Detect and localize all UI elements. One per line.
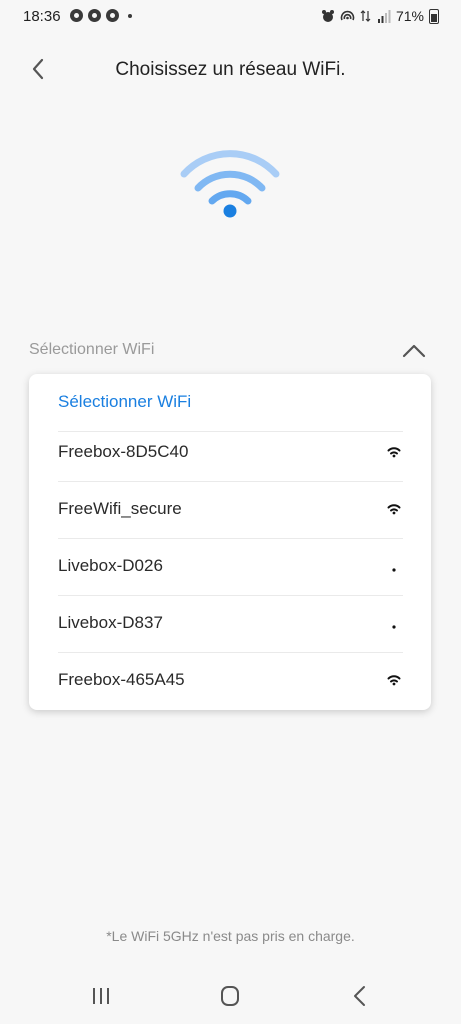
status-right: 71%: [321, 8, 439, 24]
dropdown-item-freebox-465a45[interactable]: Freebox-465A45: [58, 652, 403, 709]
dropdown-item-livebox-d026[interactable]: Livebox-D026: [58, 538, 403, 596]
dropdown-item-label: Livebox-D026: [58, 556, 163, 575]
dropdown-item-label: Sélectionner WiFi: [58, 392, 192, 411]
wifi-weak-icon: [392, 625, 396, 629]
wifi-hero-icon: [180, 150, 280, 218]
page-title: Choisissez un réseau WiFi.: [115, 59, 346, 80]
recent-apps-icon[interactable]: [86, 984, 116, 1008]
status-time: 18:36: [23, 8, 61, 25]
wifi-strong-icon: [387, 447, 401, 458]
dropdown-item-label: Livebox-D837: [58, 613, 163, 632]
dropdown-item-freewifi-secure[interactable]: FreeWifi_secure: [58, 481, 403, 539]
alarm-icon: [321, 10, 334, 22]
more-notifications-icon: [128, 13, 132, 18]
dropdown-item-freebox-8d5c40[interactable]: Freebox-8D5C40: [58, 424, 403, 482]
data-arrows-icon: [360, 10, 371, 22]
wifi-dropdown-list: Sélectionner WiFi Freebox-8D5C40 FreeWif…: [29, 374, 431, 710]
battery-percent: 71%: [395, 8, 424, 24]
chrome-notification-icon: [70, 9, 83, 22]
notification-icons: [70, 9, 132, 22]
chrome-notification-icon: [88, 9, 101, 22]
home-icon[interactable]: [215, 984, 245, 1008]
header: Choisissez un réseau WiFi.: [0, 50, 461, 90]
dropdown-item-label: FreeWifi_secure: [58, 499, 182, 518]
dropdown-item-livebox-d837[interactable]: Livebox-D837: [58, 595, 403, 653]
chevron-up-icon[interactable]: [401, 340, 427, 362]
dropdown-item-label: Freebox-465A45: [58, 670, 185, 689]
signal-icon: [377, 9, 391, 23]
status-bar: 18:36 71%: [0, 0, 461, 34]
wifi-select-label: Sélectionner WiFi: [29, 341, 155, 358]
chrome-notification-icon: [106, 9, 119, 22]
wifi-select[interactable]: Sélectionner WiFi: [29, 338, 431, 366]
back-nav-icon[interactable]: [345, 984, 375, 1008]
wifi-strong-icon: [387, 504, 401, 515]
footnote: *Le WiFi 5GHz n'est pas pris en charge.: [106, 928, 355, 944]
battery-icon: [429, 8, 439, 24]
system-nav-bar: [0, 974, 461, 1019]
dropdown-item-label: Freebox-8D5C40: [58, 442, 189, 461]
hotspot-icon: [340, 10, 355, 21]
wifi-strong-icon: [387, 675, 401, 686]
wifi-weak-icon: [392, 568, 396, 572]
